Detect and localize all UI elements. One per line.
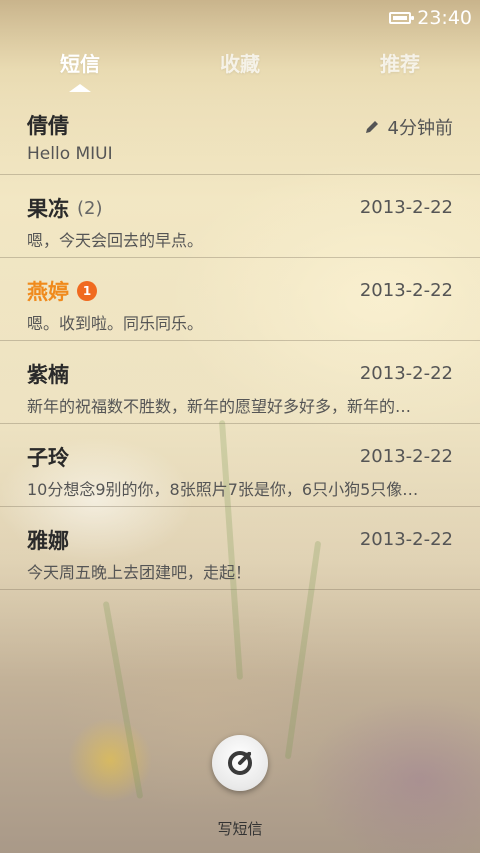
tab-bar: 短信 收藏 推荐 xyxy=(0,40,480,92)
conversation-list: 倩倩 4分钟前 Hello MIUI 果冻 (2) 2013-2-22 嗯，今天… xyxy=(0,92,480,590)
message-preview: 嗯，今天会回去的早点。 xyxy=(27,231,204,250)
conversation-time: 2013-2-22 xyxy=(359,197,453,218)
conversation-time: 4分钟前 xyxy=(364,114,453,140)
tab-label: 收藏 xyxy=(220,52,260,76)
compose-button[interactable] xyxy=(212,735,268,791)
contact-name: 紫楠 xyxy=(27,363,69,387)
tab-label: 短信 xyxy=(60,52,100,76)
conversation-time: 2013-2-22 xyxy=(359,529,453,550)
contact-name: 果冻 (2) xyxy=(27,197,103,221)
status-bar: 23:40 xyxy=(0,0,480,36)
conversation-row[interactable]: 紫楠 2013-2-22 新年的祝福数不胜数，新年的愿望好多好多，新年的… xyxy=(0,341,480,424)
tab-favorites[interactable]: 收藏 xyxy=(160,40,320,92)
conversation-row[interactable]: 子玲 2013-2-22 10分想念9别的你，8张照片7张是你，6只小狗5只像… xyxy=(0,424,480,507)
contact-name: 倩倩 xyxy=(27,114,69,138)
message-preview: 今天周五晚上去团建吧，走起！ xyxy=(27,563,252,582)
message-preview: 嗯。收到啦。同乐同乐。 xyxy=(27,314,204,333)
tab-messages[interactable]: 短信 xyxy=(0,40,160,92)
unread-badge: 1 xyxy=(77,281,97,301)
background-decor xyxy=(102,600,144,800)
contact-name: 雅娜 xyxy=(27,529,69,553)
conversation-time: 2013-2-22 xyxy=(359,446,453,467)
compose-icon xyxy=(228,751,252,775)
message-preview: 新年的祝福数不胜数，新年的愿望好多好多，新年的… xyxy=(27,397,412,416)
tab-recommended[interactable]: 推荐 xyxy=(320,40,480,92)
conversation-time: 2013-2-22 xyxy=(359,363,453,384)
message-preview: 10分想念9别的你，8张照片7张是你，6只小狗5只像… xyxy=(27,480,419,499)
message-count: (2) xyxy=(77,197,103,219)
message-preview: Hello MIUI xyxy=(27,144,113,164)
conversation-row[interactable]: 雅娜 2013-2-22 今天周五晚上去团建吧，走起！ xyxy=(0,507,480,590)
draft-pencil-icon xyxy=(365,121,378,133)
status-time: 23:40 xyxy=(417,7,472,29)
compose-label: 写短信 xyxy=(217,820,263,838)
conversation-time: 2013-2-22 xyxy=(359,280,453,301)
tab-label: 推荐 xyxy=(380,52,420,76)
conversation-row[interactable]: 果冻 (2) 2013-2-22 嗯，今天会回去的早点。 xyxy=(0,175,480,258)
conversation-row[interactable]: 倩倩 4分钟前 Hello MIUI xyxy=(0,92,480,175)
contact-name: 子玲 xyxy=(27,446,69,470)
contact-name: 燕婷 1 xyxy=(27,276,97,306)
battery-icon xyxy=(389,12,415,24)
tab-indicator-icon xyxy=(69,84,91,92)
conversation-row[interactable]: 燕婷 1 2013-2-22 嗯。收到啦。同乐同乐。 xyxy=(0,258,480,341)
